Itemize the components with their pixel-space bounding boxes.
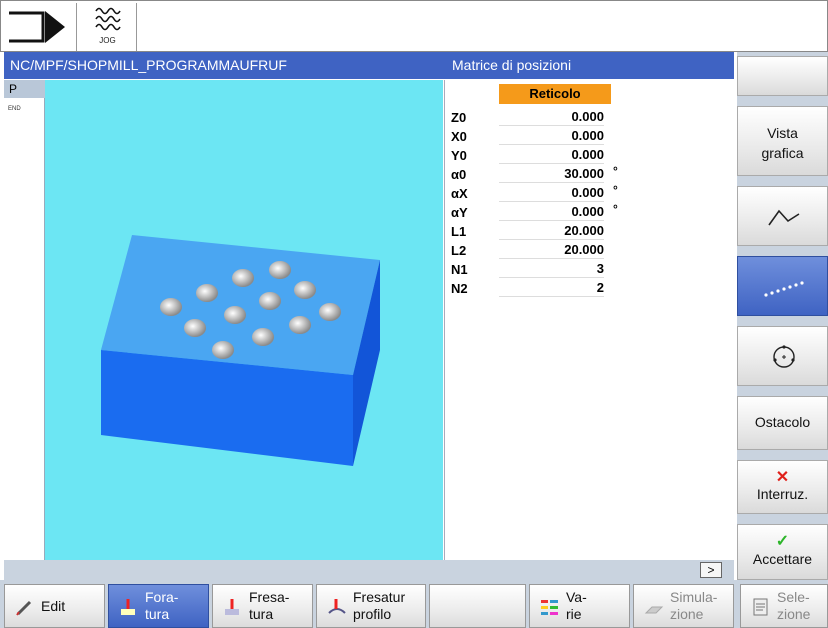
l2-input[interactable]: 20.000 bbox=[499, 242, 604, 259]
degree-unit: ° bbox=[613, 164, 618, 178]
fresatura-button[interactable]: Fresa-tura bbox=[212, 584, 313, 628]
select-program-icon bbox=[753, 598, 768, 616]
parameter-panel: Reticolo Z0 0.000 X0 0.000 Y0 0.000 α0 3… bbox=[444, 80, 734, 560]
param-row-y0: Y0 0.000 bbox=[451, 147, 604, 164]
program-manager-icon[interactable] bbox=[3, 3, 77, 51]
jog-mode-icon[interactable]: JOG bbox=[79, 3, 137, 51]
edit-button[interactable]: Edit bbox=[4, 584, 105, 628]
param-row-alphay: αY 0.000 ° bbox=[451, 202, 618, 221]
param-row-n2: N2 2 bbox=[451, 280, 604, 297]
z0-input[interactable]: 0.000 bbox=[499, 109, 604, 126]
softkey-gap bbox=[737, 246, 828, 256]
program-list-strip: P END bbox=[4, 80, 45, 560]
selezione-button[interactable]: Sele-zione bbox=[740, 584, 828, 628]
accept-button[interactable]: ✓ Accettare bbox=[737, 524, 828, 580]
alpha0-input[interactable]: 30.000 bbox=[499, 166, 604, 183]
more-button[interactable]: > bbox=[700, 562, 722, 578]
various-icon bbox=[541, 600, 558, 615]
polyline-icon bbox=[768, 209, 800, 226]
param-row-x0: X0 0.000 bbox=[451, 128, 604, 145]
param-row-n1: N1 3 bbox=[451, 261, 604, 278]
foratura-button[interactable]: Fora-tura bbox=[108, 584, 209, 628]
ostacolo-button[interactable]: Ostacolo bbox=[737, 396, 828, 450]
cross-icon: ✕ bbox=[775, 469, 790, 486]
y0-input[interactable]: 0.000 bbox=[499, 147, 604, 164]
simulation-icon bbox=[644, 606, 664, 614]
page-title: Matrice di posizioni bbox=[452, 57, 572, 73]
block-top-face bbox=[101, 235, 380, 375]
header-bar: NC/MPF/SHOPMILL_PROGRAMMAUFRUF Matrice d… bbox=[4, 52, 734, 79]
top-bar: JOG bbox=[0, 0, 828, 52]
alphay-input[interactable]: 0.000 bbox=[499, 204, 604, 221]
softkey-gap bbox=[737, 514, 828, 524]
end-label: END bbox=[8, 106, 21, 112]
status-strip bbox=[4, 560, 734, 580]
vista-grafica-button[interactable]: Vista grafica bbox=[737, 106, 828, 176]
interrupt-button[interactable]: ✕ Interruz. bbox=[737, 460, 828, 514]
program-path: NC/MPF/SHOPMILL_PROGRAMMAUFRUF bbox=[10, 57, 287, 73]
l1-input[interactable]: 20.000 bbox=[499, 223, 604, 240]
param-row-z0: Z0 0.000 bbox=[451, 109, 604, 126]
line-grid-button[interactable] bbox=[737, 256, 828, 316]
softkey-gap bbox=[737, 386, 828, 396]
checkmark-icon: ✓ bbox=[775, 533, 790, 550]
jog-label: JOG bbox=[99, 36, 116, 45]
workpiece-graphic bbox=[45, 80, 443, 560]
varie-button[interactable]: Va-rie bbox=[529, 584, 630, 628]
softkey-gap bbox=[737, 176, 828, 186]
p-label: P bbox=[4, 80, 45, 98]
param-row-l1: L1 20.000 bbox=[451, 223, 604, 240]
degree-unit: ° bbox=[613, 202, 618, 216]
pencil-icon bbox=[16, 600, 32, 616]
param-row-alphax: αX 0.000 ° bbox=[451, 183, 618, 202]
full-circle-button[interactable] bbox=[737, 326, 828, 386]
softkey-h-empty[interactable] bbox=[429, 584, 526, 628]
n1-input[interactable]: 3 bbox=[499, 261, 604, 278]
contour-milling-button[interactable]: Fresatur profilo bbox=[316, 584, 426, 628]
any-positions-button[interactable] bbox=[737, 186, 828, 246]
degree-unit: ° bbox=[613, 183, 618, 197]
simulazione-button[interactable]: Simula-zione bbox=[633, 584, 734, 628]
param-row-alpha0: α0 30.000 ° bbox=[451, 164, 618, 183]
dotted-line-icon bbox=[764, 281, 804, 297]
contour-mill-icon bbox=[328, 599, 346, 614]
drill-icon bbox=[121, 599, 135, 615]
softkey-gap bbox=[737, 316, 828, 326]
param-row-l2: L2 20.000 bbox=[451, 242, 604, 259]
softkey-gap bbox=[737, 450, 828, 460]
x0-input[interactable]: 0.000 bbox=[499, 128, 604, 145]
alphax-input[interactable]: 0.000 bbox=[499, 185, 604, 202]
n2-input[interactable]: 2 bbox=[499, 280, 604, 297]
pattern-type-selector[interactable]: Reticolo bbox=[499, 84, 611, 104]
softkey-gap bbox=[737, 96, 828, 106]
softkey-v1-empty[interactable] bbox=[737, 56, 828, 96]
circle-icon bbox=[773, 345, 795, 368]
mill-icon bbox=[225, 599, 239, 615]
